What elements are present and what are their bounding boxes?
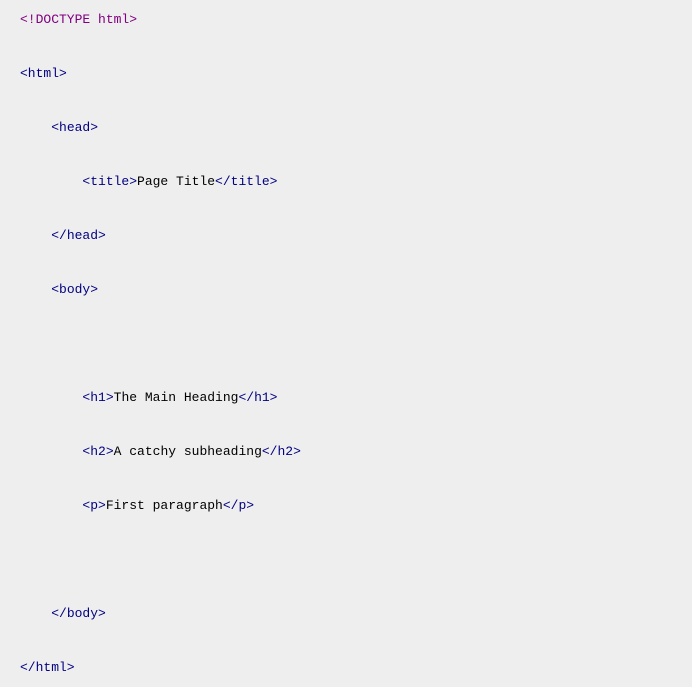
code-line: <body> [0, 276, 692, 303]
indent [20, 444, 82, 459]
code-line: </head> [0, 222, 692, 249]
code-line: </body> [0, 600, 692, 627]
code-line: <html> [0, 60, 692, 87]
title-open-tag: <title> [82, 174, 137, 189]
blank-line [0, 141, 692, 168]
h1-open-tag: <h1> [82, 390, 113, 405]
code-line: <h1>The Main Heading</h1> [0, 384, 692, 411]
title-close-tag: </title> [215, 174, 277, 189]
blank-line [0, 33, 692, 60]
blank-line [0, 87, 692, 114]
blank-line [0, 465, 692, 492]
h2-open-tag: <h2> [82, 444, 113, 459]
p-text: First paragraph [106, 498, 223, 513]
blank-line [0, 249, 692, 276]
h1-text: The Main Heading [114, 390, 239, 405]
blank-line [0, 357, 692, 384]
indent [20, 228, 51, 243]
indent [20, 282, 51, 297]
head-close-tag: </head> [51, 228, 106, 243]
blank-line [0, 303, 692, 330]
indent [20, 498, 82, 513]
html-open-tag: <html> [20, 66, 67, 81]
code-line: <h2>A catchy subheading</h2> [0, 438, 692, 465]
blank-line [0, 627, 692, 654]
code-line: <p>First paragraph</p> [0, 492, 692, 519]
indent [20, 120, 51, 135]
blank-line [0, 330, 692, 357]
blank-line [0, 546, 692, 573]
code-line: <title>Page Title</title> [0, 168, 692, 195]
code-line: <!DOCTYPE html> [0, 6, 692, 33]
body-open-tag: <body> [51, 282, 98, 297]
p-open-tag: <p> [82, 498, 105, 513]
code-line: </html> [0, 654, 692, 681]
blank-line [0, 195, 692, 222]
head-open-tag: <head> [51, 120, 98, 135]
h2-close-tag: </h2> [262, 444, 301, 459]
p-close-tag: </p> [223, 498, 254, 513]
h1-close-tag: </h1> [238, 390, 277, 405]
blank-line [0, 519, 692, 546]
code-block: <!DOCTYPE html> <html> <head> <title>Pag… [0, 0, 692, 687]
indent [20, 606, 51, 621]
code-line: <head> [0, 114, 692, 141]
html-close-tag: </html> [20, 660, 75, 675]
blank-line [0, 411, 692, 438]
indent [20, 390, 82, 405]
body-close-tag: </body> [51, 606, 106, 621]
h2-text: A catchy subheading [114, 444, 262, 459]
title-text: Page Title [137, 174, 215, 189]
blank-line [0, 573, 692, 600]
indent [20, 174, 82, 189]
doctype-tag: <!DOCTYPE html> [20, 12, 137, 27]
